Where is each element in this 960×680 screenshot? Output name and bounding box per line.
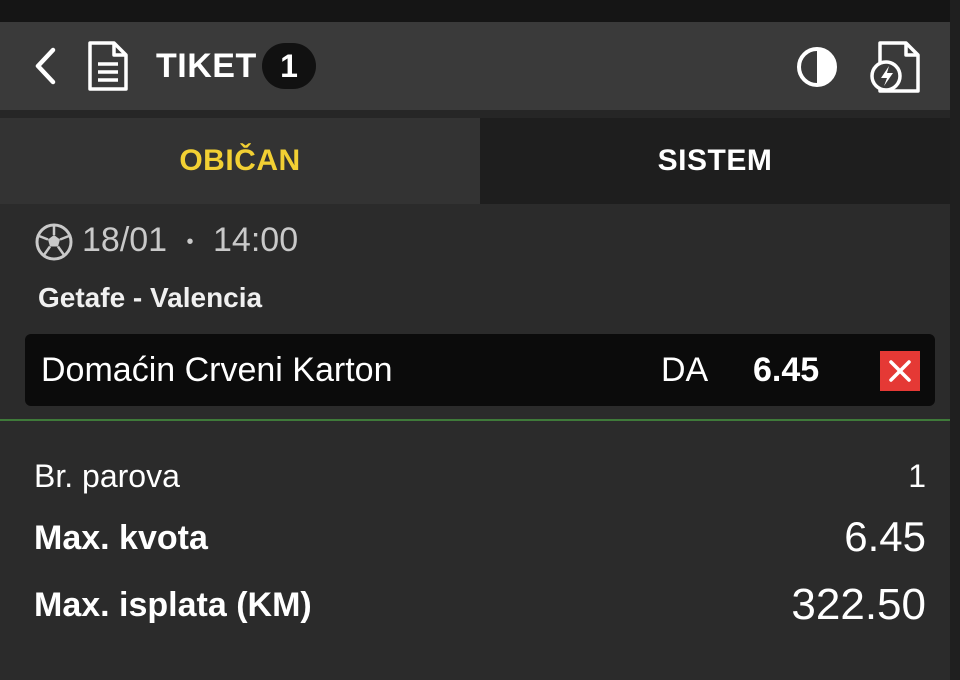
- pairs-label: Br. parova: [34, 458, 180, 494]
- max-odds-label: Max. kvota: [34, 519, 208, 557]
- selection-pick: DA: [661, 351, 709, 389]
- event-datetime: 18/01 • 14:00: [82, 220, 298, 260]
- document-icon[interactable]: [82, 40, 132, 92]
- divider: [0, 419, 950, 421]
- quick-ticket-icon[interactable]: [864, 40, 924, 94]
- header-gap: [0, 110, 950, 118]
- scrollbar[interactable]: [950, 0, 960, 680]
- event-date: 18/01: [82, 221, 168, 259]
- contrast-icon[interactable]: [794, 44, 840, 90]
- soccer-ball-icon: [34, 222, 74, 262]
- selection-odd: 6.45: [753, 351, 820, 389]
- status-bar: [0, 0, 950, 22]
- max-payout-label: Max. isplata (KM): [34, 586, 312, 624]
- max-payout-value: 322.50: [791, 580, 926, 629]
- ticket-type-tabs: OBIČAN SISTEM: [0, 118, 950, 204]
- selection-market: Domaćin Crveni Karton: [41, 351, 393, 389]
- selection-row: Domaćin Crveni Karton DA 6.45: [25, 334, 935, 406]
- datetime-separator: •: [186, 231, 194, 254]
- close-icon: [889, 360, 911, 382]
- max-odds-value: 6.45: [844, 513, 926, 560]
- chevron-left-icon[interactable]: [26, 46, 66, 86]
- tab-obican[interactable]: OBIČAN: [0, 118, 480, 204]
- tab-sistem[interactable]: SISTEM: [480, 118, 950, 204]
- remove-selection-button[interactable]: [880, 351, 920, 391]
- match-name: Getafe - Valencia: [38, 282, 263, 313]
- page-title: TIKET: [156, 47, 257, 85]
- event-time: 14:00: [213, 221, 299, 259]
- pairs-value: 1: [908, 458, 926, 494]
- ticket-header: TIKET 1: [0, 22, 950, 110]
- ticket-count-badge: 1: [262, 43, 316, 89]
